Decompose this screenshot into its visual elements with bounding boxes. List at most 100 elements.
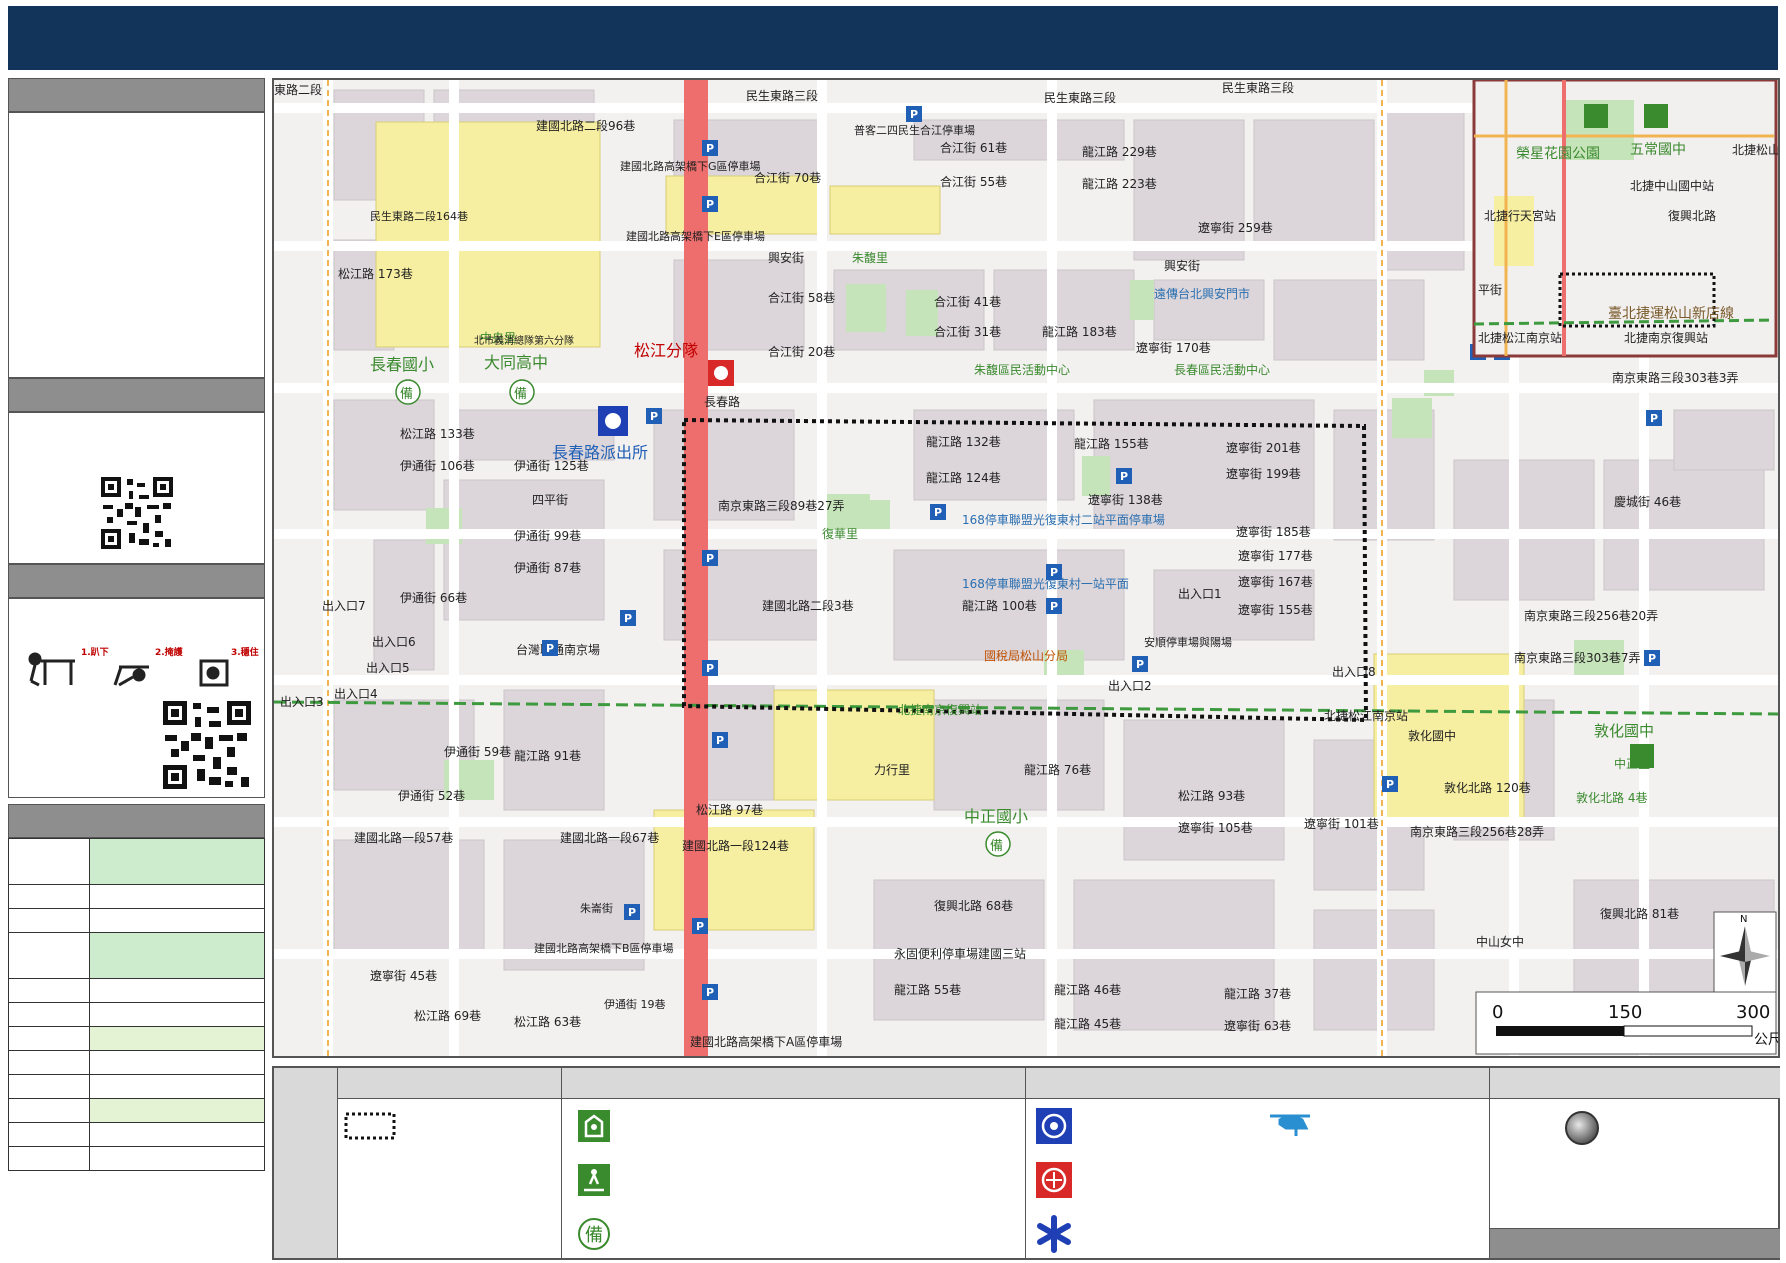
road-label: 出入口4 <box>334 687 378 701</box>
road-label: 合江街 31巷 <box>934 324 1001 339</box>
changchun-police-label: 長春路派出所 <box>552 443 648 462</box>
map-frame[interactable]: 民生東路三段 民生東路三段 民生東路三段 東路二段 建國北路二段96巷 普客二四… <box>272 78 1780 1058</box>
road-label: 興安街 <box>768 250 804 265</box>
svg-text:復興北路: 復興北路 <box>1668 208 1716 223</box>
svg-text:P: P <box>1120 470 1128 483</box>
road-label: 建國北路二段96巷 <box>536 118 635 133</box>
road-label: 龍江路 183巷 <box>1042 324 1117 339</box>
svg-text:P: P <box>628 906 636 919</box>
songjiang-team-label: 松江分隊 <box>634 341 698 360</box>
locator-inset-map[interactable]: 榮星花園公園 五常國中 北捷中山國中站 北捷行天宮站 北捷松江南京站 北捷南京復… <box>1472 80 1778 358</box>
road-label: 遼寧街 167巷 <box>1238 574 1313 589</box>
road-label: 建國北路高架橋下B區停車場 <box>534 941 674 955</box>
legend-col-area <box>338 1068 562 1258</box>
shelter-info-table <box>8 838 265 1171</box>
svg-text:0: 0 <box>1492 1002 1503 1023</box>
police-icon <box>1036 1108 1072 1144</box>
road-label: 力行里 <box>874 763 910 777</box>
road-label: 南京東路三段256巷28弄 <box>1410 824 1544 839</box>
road-label: 伊通街 106巷 <box>400 459 475 473</box>
svg-text:P: P <box>706 552 714 565</box>
svg-text:北捷行天宮站: 北捷行天宮站 <box>1484 208 1556 223</box>
road-label: 出入口6 <box>372 635 416 649</box>
road-label: 東路二段 <box>274 82 322 97</box>
road-label: 遼寧街 170巷 <box>1136 340 1211 355</box>
svg-text:北捷南京復興站: 北捷南京復興站 <box>1624 330 1708 345</box>
road-label: 遼寧街 185巷 <box>1236 524 1311 539</box>
road-label: 遼寧街 201巷 <box>1226 440 1301 455</box>
road-label: 合江街 61巷 <box>940 140 1007 155</box>
svg-text:P: P <box>1386 778 1394 791</box>
north-arrow: N <box>1713 911 1777 993</box>
gray-circle-marker-icon <box>1565 1111 1599 1145</box>
road-label: 慶城街 46巷 <box>1614 495 1681 509</box>
fire-hq-label: 北市義消總隊第六分隊 <box>474 334 574 347</box>
road-label: 建國北路一段124巷 <box>682 838 789 853</box>
shelter-icon <box>578 1110 610 1142</box>
svg-text:N: N <box>1740 914 1747 925</box>
road-label: 松江路 93巷 <box>1178 788 1245 803</box>
road-label: 遠傳台北興安門市 <box>1154 286 1250 301</box>
legend-col-shelters: 備 <box>562 1068 1026 1258</box>
svg-text:P: P <box>1650 412 1658 425</box>
svg-text:P: P <box>696 920 704 933</box>
road-label: 龍江路 91巷 <box>514 748 581 763</box>
svg-text:P: P <box>706 142 714 155</box>
road-label: 朱馥里 <box>852 251 888 265</box>
road-label: 敦化北路 4巷 <box>1576 790 1647 805</box>
svg-text:北捷松江南京站: 北捷松江南京站 <box>1478 330 1562 345</box>
medical-icon <box>1037 1215 1071 1253</box>
svg-text:P: P <box>546 642 554 655</box>
svg-text:150: 150 <box>1608 1002 1642 1023</box>
jianguo-elevated-road <box>684 80 708 1056</box>
road-label: 遼寧街 199巷 <box>1226 466 1301 481</box>
left-section-header-2 <box>8 378 265 412</box>
road-label: 南京東路三段256巷20弄 <box>1524 608 1658 623</box>
svg-text:P: P <box>706 662 714 675</box>
road-label: 168停車聯盟光復東村一站平面 <box>962 576 1129 591</box>
park-evacuation-icon <box>578 1164 610 1196</box>
svg-text:P: P <box>706 198 714 211</box>
road-label: 出入口2 <box>1108 679 1152 693</box>
qr-code-1 <box>99 475 175 551</box>
road-label: 龍江路 45巷 <box>1054 1016 1121 1031</box>
road-label: 伊通街 66巷 <box>400 591 467 605</box>
main-map[interactable]: 民生東路三段 民生東路三段 民生東路三段 東路二段 建國北路二段96巷 普客二四… <box>274 80 1778 1056</box>
svg-text:P: P <box>650 410 658 423</box>
reserve-shelter-icon: 備 <box>578 1218 610 1250</box>
road-label: 復華里 <box>822 526 858 541</box>
road-label: 北捷松江南京站 <box>1324 708 1408 723</box>
road-label: 伊通街 19巷 <box>604 997 666 1011</box>
svg-text:備: 備 <box>585 1225 603 1246</box>
road-label: 民生東路二段164巷 <box>370 209 468 223</box>
road-label: 復興北路 81巷 <box>1600 906 1679 921</box>
road-label: 出入口5 <box>366 661 410 675</box>
road-label: 遼寧街 259巷 <box>1198 220 1273 235</box>
road-label: 伊通街 87巷 <box>514 561 581 575</box>
svg-text:北捷中山國中站: 北捷中山國中站 <box>1630 178 1714 193</box>
road-label: 遼寧街 105巷 <box>1178 820 1253 835</box>
road-label: 遼寧街 138巷 <box>1088 492 1163 507</box>
datong-high-label: 大同高中 <box>484 353 548 372</box>
svg-text:P: P <box>934 506 942 519</box>
road-label: 敦化國中 <box>1408 728 1456 743</box>
scale-bar: 0 150 300 公尺 <box>1475 991 1778 1055</box>
road-label: 出入口1 <box>1178 587 1222 601</box>
svg-text:備: 備 <box>990 838 1003 854</box>
road-label: 建國北路高架橋下G區停車場 <box>620 159 761 173</box>
road-label: 建國北路一段57巷 <box>354 830 453 845</box>
road-label: 龍江路 124巷 <box>926 470 1001 485</box>
road-label: 合江街 20巷 <box>768 344 835 359</box>
road-label: 龍江路 155巷 <box>1074 436 1149 451</box>
road-label: 龍江路 37巷 <box>1224 986 1291 1001</box>
road-label: 遼寧街 177巷 <box>1238 548 1313 563</box>
left-section-body-1 <box>8 112 265 378</box>
svg-text:P: P <box>1050 566 1058 579</box>
road-label: 朱馥區民活動中心 <box>974 362 1070 377</box>
road-label: 興安街 <box>1164 258 1200 273</box>
road-label: 龍江路 55巷 <box>894 982 961 997</box>
road-label: 民生東路三段 <box>1222 80 1294 95</box>
svg-text:P: P <box>1050 600 1058 613</box>
road-label: 朱崙街 <box>580 901 613 915</box>
svg-text:P: P <box>910 108 918 121</box>
